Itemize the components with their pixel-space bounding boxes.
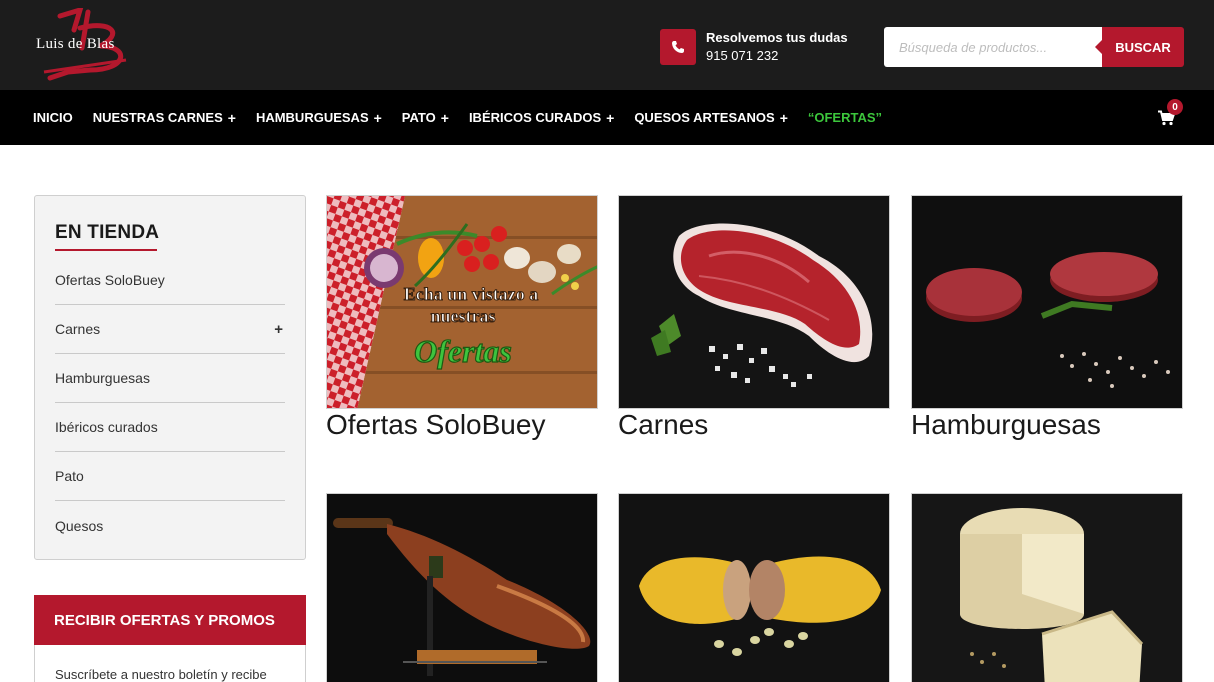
search-input[interactable] <box>884 27 1102 67</box>
plus-icon: + <box>227 109 236 126</box>
category-label: Hamburguesas <box>911 409 1101 440</box>
expand-plus-icon[interactable]: + <box>274 321 283 338</box>
plus-icon: + <box>606 109 615 126</box>
sidebar-item-label: Carnes <box>55 321 101 337</box>
nav-item-nuestras-carnes[interactable]: NUESTRAS CARNES + <box>93 110 236 126</box>
phone-icon <box>672 41 684 53</box>
nav-item-label: NUESTRAS CARNES <box>92 110 223 125</box>
nav-item-quesos-artesanos[interactable]: QUESOS ARTESANOS + <box>634 110 788 126</box>
plus-icon: + <box>373 109 382 126</box>
logo[interactable]: Luis de Blas <box>30 6 142 82</box>
promo-box: Suscríbete a nuestro boletín y recibe <box>34 645 306 682</box>
sidebar-store-categories: EN TIENDA Ofertas SoloBuey Carnes + Hambu… <box>34 195 306 560</box>
nav-list: INICIO NUESTRAS CARNES + HAMBURGUESAS + PA… <box>33 90 902 145</box>
promo-title: RECIBIR OFERTAS Y PROMOS <box>34 595 306 645</box>
nav-item-label: IBÉRICOS CURADOS <box>468 110 602 125</box>
category-image-pato <box>618 493 890 682</box>
logo-text: Luis de Blas <box>36 36 115 52</box>
nav-item-label: QUESOS ARTESANOS <box>634 110 775 125</box>
category-label: Carnes <box>618 409 709 440</box>
category-image-quesos <box>911 493 1183 682</box>
contact-phone[interactable]: 915 071 232 <box>706 48 778 63</box>
top-header: Luis de Blas Resolvemos tus dudas 915 07… <box>0 0 1214 90</box>
nav-item-label: “OFERTAS” <box>807 110 883 125</box>
sidebar-title: EN TIENDA <box>55 222 160 243</box>
category-image-ibericos <box>326 493 598 682</box>
nav-item-pato[interactable]: PATO + <box>402 110 449 126</box>
sidebar-item-ibericos-curados[interactable]: Ibéricos curados <box>55 403 285 452</box>
cart-count-badge: 0 <box>1167 99 1183 115</box>
sidebar-item-quesos[interactable]: Quesos <box>55 501 285 550</box>
banner-line-1: Echa un vistazo a <box>404 284 539 304</box>
sidebar-item-label: Hamburguesas <box>55 370 150 386</box>
title-underline <box>55 249 157 251</box>
nav-item-label: HAMBURGUESAS <box>255 110 369 125</box>
sidebar-item-pato[interactable]: Pato <box>55 452 285 501</box>
nav-item-hamburguesas[interactable]: HAMBURGUESAS + <box>256 110 382 126</box>
nav-item-label: INICIO <box>33 110 73 125</box>
sidebar-item-label: Ofertas SoloBuey <box>55 272 165 288</box>
promo-text: Suscríbete a nuestro boletín y recibe <box>55 667 267 682</box>
phone-button[interactable] <box>660 29 696 65</box>
sidebar-item-hamburguesas[interactable]: Hamburguesas <box>55 354 285 403</box>
nav-item-ibericos-curados[interactable]: IBÉRICOS CURADOS + <box>469 110 614 126</box>
category-image-ofertas: Echa un vistazo a nuestras Ofertas <box>326 195 598 409</box>
category-label: Ofertas SoloBuey <box>326 409 546 440</box>
sidebar-item-carnes[interactable]: Carnes + <box>55 305 285 354</box>
category-image-hamburguesas <box>911 195 1183 409</box>
nav-item-label: PATO <box>401 110 436 125</box>
sidebar-item-ofertas-solobuey[interactable]: Ofertas SoloBuey <box>55 256 285 305</box>
nav-item-inicio[interactable]: INICIO <box>33 110 73 125</box>
plus-icon: + <box>440 109 449 126</box>
sidebar-item-label: Ibéricos curados <box>55 419 158 435</box>
contact-title: Resolvemos tus dudas <box>706 30 848 45</box>
search-button[interactable]: BUSCAR <box>1095 27 1184 67</box>
sidebar-item-label: Quesos <box>55 517 104 534</box>
banner-line-2: nuestras <box>430 306 495 326</box>
nav-item-ofertas[interactable]: “OFERTAS” <box>808 110 882 125</box>
banner-line-3: Ofertas <box>414 333 512 369</box>
category-image-carnes <box>618 195 890 409</box>
plus-icon: + <box>779 109 788 126</box>
main-nav: INICIO NUESTRAS CARNES + HAMBURGUESAS + PA… <box>0 90 1214 145</box>
sidebar-list: Ofertas SoloBuey Carnes + Hamburguesas Ib… <box>55 256 285 550</box>
sidebar-item-label: Pato <box>55 468 84 484</box>
